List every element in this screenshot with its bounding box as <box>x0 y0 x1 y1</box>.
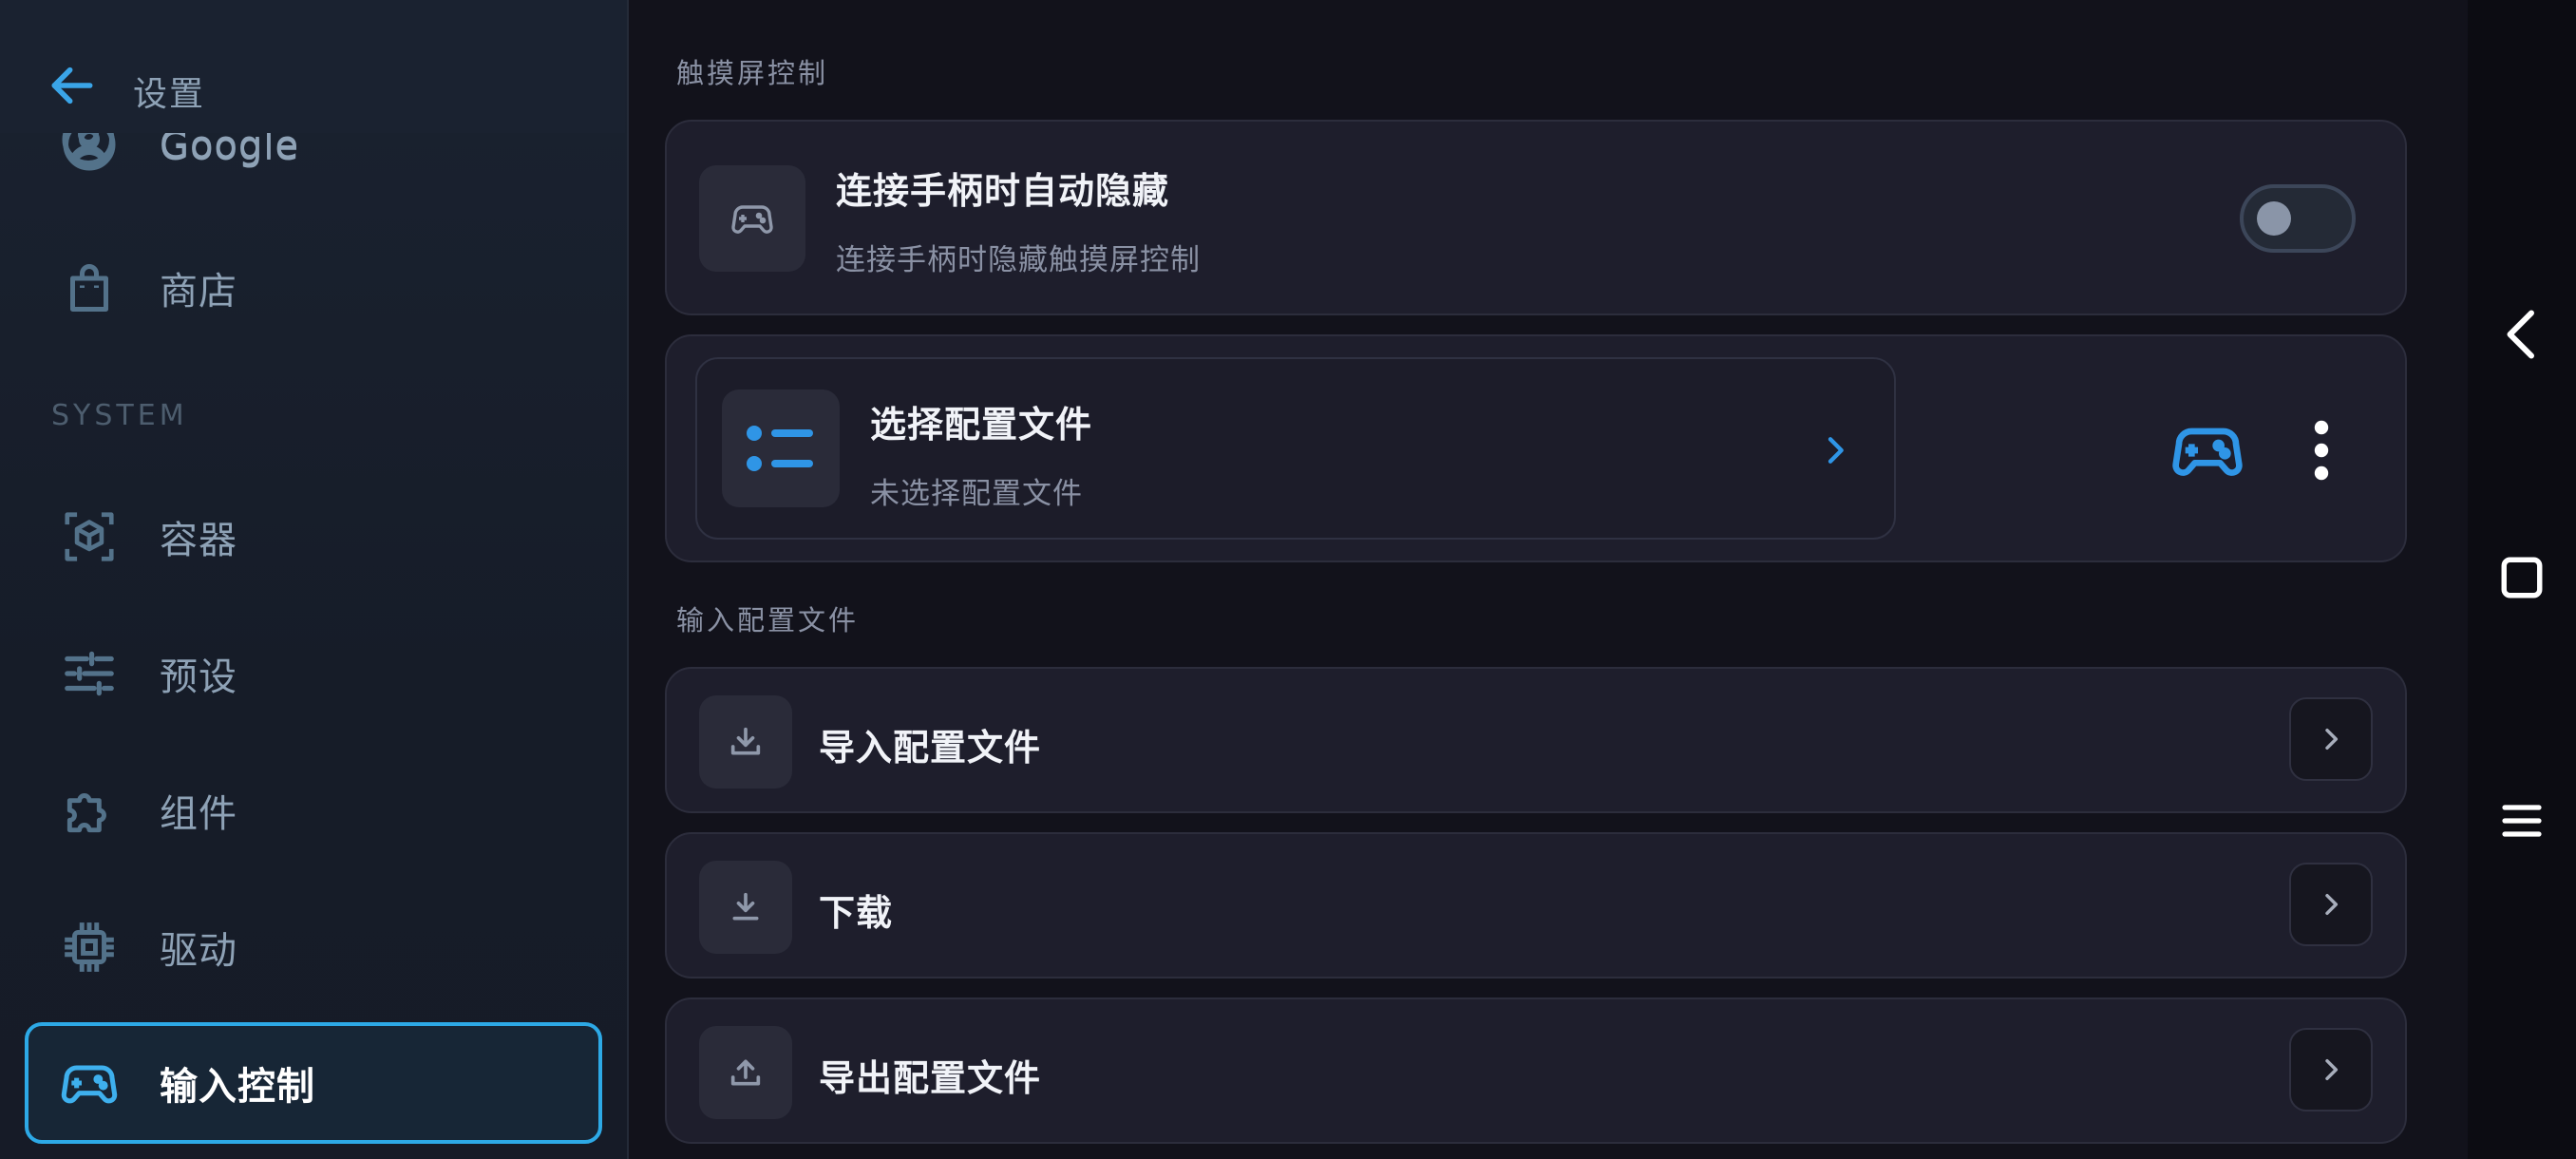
nav-recents-icon[interactable] <box>2493 792 2550 849</box>
sidebar-item-label: 预设 <box>160 656 237 699</box>
nav-back-icon[interactable] <box>2493 306 2550 363</box>
settings-title: 设置 <box>133 75 206 114</box>
system-section-header: SYSTEM <box>51 399 188 432</box>
sidebar-item-drivers[interactable]: 驱动 <box>25 887 602 1007</box>
select-profile-title: 选择配置文件 <box>870 404 1093 446</box>
sidebar-item-label: Google <box>160 133 300 169</box>
gamepad-icon <box>699 165 805 272</box>
list-icon <box>722 390 840 507</box>
back-arrow-icon[interactable] <box>46 59 99 112</box>
chevron-right-icon <box>2325 893 2339 916</box>
sidebar-item-input-controls[interactable]: 输入控制 <box>25 1022 602 1144</box>
auto-hide-title: 连接手柄时自动隐藏 <box>836 170 1170 212</box>
download-tray-icon <box>699 861 792 954</box>
upload-icon <box>699 1026 792 1119</box>
select-profile-subtitle: 未选择配置文件 <box>870 477 1083 511</box>
auto-hide-toggle[interactable] <box>2240 184 2356 253</box>
sidebar-item-label: 输入控制 <box>160 1065 315 1109</box>
account-circle-icon <box>57 133 120 171</box>
export-profile-arrow-button[interactable] <box>2289 1028 2373 1112</box>
select-profile-button[interactable]: 选择配置文件 未选择配置文件 <box>695 357 1896 540</box>
chevron-right-icon <box>2325 1058 2339 1081</box>
gamepad-icon <box>57 1051 122 1115</box>
sidebar-item-store[interactable]: 商店 <box>25 228 602 348</box>
sidebar-item-presets[interactable]: 预设 <box>25 614 602 733</box>
import-profile-arrow-button[interactable] <box>2289 697 2373 781</box>
puzzle-icon <box>57 778 122 843</box>
chip-icon <box>57 915 122 979</box>
auto-hide-subtitle: 连接手柄时隐藏触摸屏控制 <box>836 243 1201 277</box>
auto-hide-setting-card[interactable]: 连接手柄时自动隐藏 连接手柄时隐藏触摸屏控制 <box>665 120 2407 315</box>
export-profile-title: 导出配置文件 <box>819 1057 1042 1099</box>
shopping-bag-icon <box>57 256 122 320</box>
export-profile-row[interactable]: 导出配置文件 <box>665 998 2407 1144</box>
section-label-touch-controls: 触摸屏控制 <box>676 57 829 89</box>
nav-home-icon[interactable] <box>2493 549 2550 606</box>
download-title: 下载 <box>819 892 894 934</box>
sidebar-item-label: 商店 <box>160 270 237 314</box>
section-label-input-profiles: 输入配置文件 <box>676 604 860 636</box>
download-row[interactable]: 下载 <box>665 832 2407 978</box>
import-profile-row[interactable]: 导入配置文件 <box>665 667 2407 813</box>
profile-card: 选择配置文件 未选择配置文件 <box>665 334 2407 562</box>
system-nav-bar <box>2468 0 2576 1159</box>
toggle-knob <box>2257 201 2291 236</box>
cube-icon <box>57 504 122 569</box>
sidebar-item-containers[interactable]: 容器 <box>25 477 602 597</box>
import-profile-title: 导入配置文件 <box>819 727 1042 769</box>
sidebar-item-label: 驱动 <box>160 929 237 973</box>
sidebar-item-components[interactable]: 组件 <box>25 750 602 870</box>
download-arrow-button[interactable] <box>2289 863 2373 946</box>
chevron-right-icon <box>1816 431 1854 469</box>
sidebar-item-label: 组件 <box>160 792 237 836</box>
tune-sliders-icon <box>57 641 122 706</box>
chevron-right-icon <box>2325 728 2339 750</box>
sidebar-item-label: 容器 <box>160 519 237 562</box>
download-icon <box>699 695 792 788</box>
main-content: 触摸屏控制 连接手柄时自动隐藏 连接手柄时隐藏触摸屏控制 选择配置文件 未选择配… <box>629 0 2468 1159</box>
sidebar: 设置 Google 设置 Google 商店 SYSTEM 容器 预设 组件 驱… <box>0 0 629 1159</box>
gamepad-edit-icon[interactable] <box>2169 412 2245 488</box>
more-vert-icon[interactable] <box>2302 418 2340 483</box>
